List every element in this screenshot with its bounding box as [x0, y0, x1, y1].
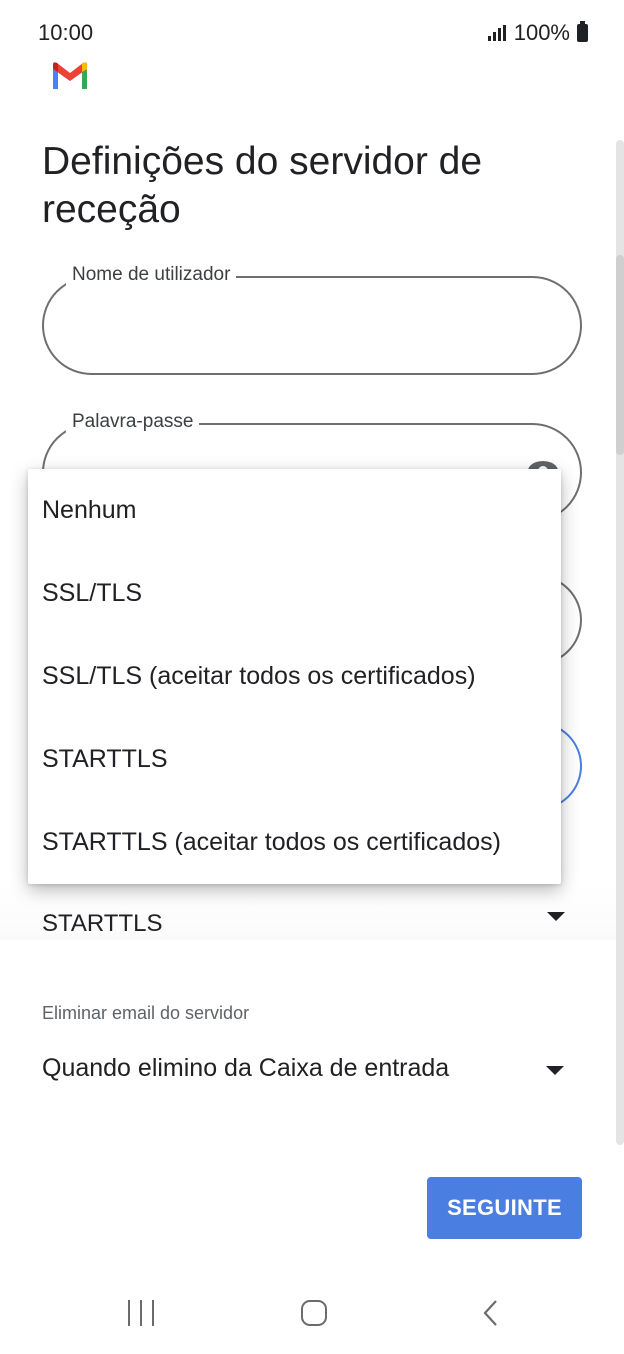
signal-icon [487, 25, 506, 41]
battery-icon [577, 21, 588, 42]
back-icon[interactable] [481, 1299, 501, 1327]
delete-email-value[interactable]: Quando elimino da Caixa de entrada [42, 1054, 449, 1083]
battery-percent: 100% [513, 20, 570, 45]
recent-apps-icon[interactable] [128, 1300, 154, 1326]
security-options-menu: Nenhum SSL/TLS SSL/TLS (aceitar todos os… [28, 469, 561, 884]
scrollbar-thumb[interactable] [616, 255, 624, 455]
security-dropdown-arrow-icon[interactable] [547, 912, 565, 921]
next-button[interactable]: SEGUINTE [427, 1177, 582, 1239]
menu-option-ssl-tls[interactable]: SSL/TLS [28, 552, 561, 635]
gmail-logo [53, 62, 87, 89]
menu-option-starttls[interactable]: STARTTLS [28, 718, 561, 801]
username-field[interactable]: Nome de utilizador [42, 264, 582, 375]
username-label: Nome de utilizador [66, 264, 237, 286]
page-title: Definições do servidor de receção [42, 140, 483, 231]
status-bar: 10:00 100% [0, 0, 624, 62]
navigation-bar [0, 1270, 624, 1354]
menu-option-none[interactable]: Nenhum [28, 469, 561, 552]
menu-option-ssl-tls-accept-all[interactable]: SSL/TLS (aceitar todos os certificados) [28, 635, 561, 718]
home-icon[interactable] [301, 1300, 327, 1326]
status-indicators: 100% [487, 20, 588, 46]
security-type-value[interactable]: STARTTLS [42, 910, 162, 938]
password-label: Palavra-passe [66, 411, 200, 433]
delete-email-dropdown-arrow-icon[interactable] [546, 1066, 564, 1075]
menu-option-starttls-accept-all[interactable]: STARTTLS (aceitar todos os certificados) [28, 801, 561, 884]
delete-email-label: Eliminar email do servidor [42, 1003, 250, 1023]
status-time: 10:00 [38, 20, 94, 45]
